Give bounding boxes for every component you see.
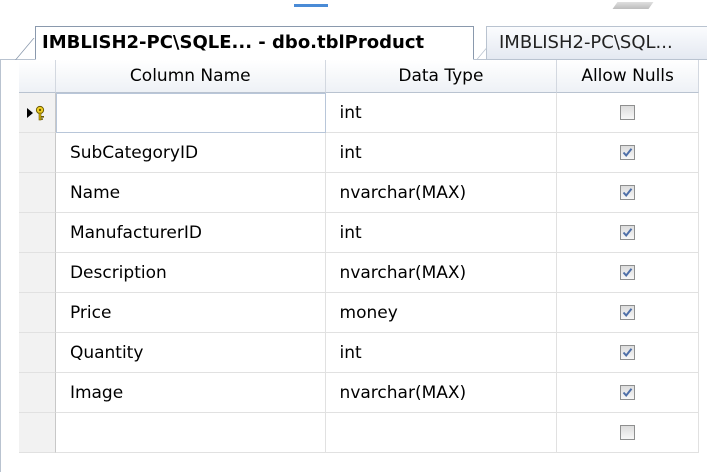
checkbox-checked-icon[interactable] (620, 305, 636, 320)
tab-dbo-tblproduct[interactable]: IMBLISH2-PC\SQLE... - dbo.tblProduct (35, 26, 474, 60)
row-selector[interactable] (19, 213, 56, 253)
row-selector-header[interactable] (19, 60, 56, 93)
checkbox-unchecked-icon[interactable] (620, 105, 636, 120)
column-name-text: SubCategoryID (69, 142, 199, 163)
tab-imblish2-pc[interactable]: IMBLISH2-PC\SQL... (486, 26, 707, 60)
table-designer-window: IMBLISH2-PC\SQLE... - dbo.tblProduct IMB… (0, 0, 707, 472)
row-selector[interactable] (19, 413, 56, 453)
column-name-cell[interactable]: Description (55, 253, 326, 293)
checkbox-checked-icon[interactable] (620, 265, 636, 280)
column-name-text: Price (69, 302, 112, 323)
row-selector[interactable] (19, 253, 56, 293)
data-type-header[interactable]: Data Type (325, 60, 558, 93)
checkbox-checked-icon[interactable] (620, 145, 636, 160)
column-name-cell[interactable]: Name (55, 173, 326, 213)
column-name-cell[interactable] (55, 413, 326, 453)
data-type-cell[interactable]: nvarchar(MAX) (325, 173, 558, 213)
data-type-text: int (339, 222, 362, 243)
toolbar-remnant (0, 0, 707, 12)
grid-header-row: Column Name Data Type Allow Nulls (19, 60, 700, 93)
data-type-text: nvarchar(MAX) (339, 262, 467, 283)
checkbox-checked-icon[interactable] (620, 345, 636, 360)
allow-nulls-cell (557, 173, 699, 213)
checkbox-unchecked-icon[interactable] (620, 425, 636, 440)
data-type-cell[interactable]: int (325, 213, 558, 253)
row-selector[interactable] (19, 173, 56, 213)
column-name-text: Image (69, 382, 124, 403)
checkbox-checked-icon[interactable] (620, 225, 636, 240)
table-row[interactable] (19, 413, 699, 453)
allow-nulls-cell (557, 213, 699, 253)
data-type-text: int (339, 342, 362, 363)
allow-nulls-cell (557, 133, 699, 173)
data-type-cell[interactable]: money (325, 293, 558, 333)
data-type-cell[interactable] (325, 413, 558, 453)
column-name-cell[interactable]: SubCategoryID (55, 133, 326, 173)
toolbar-accent (294, 4, 328, 7)
data-type-cell[interactable]: int (325, 93, 558, 133)
checkbox-checked-icon[interactable] (620, 185, 636, 200)
grid-rows: ProductIDint SubCategoryID int Name nvarchar… (19, 93, 699, 453)
table-row[interactable]: ProductIDint (19, 93, 699, 133)
table-row[interactable]: Quantity int (19, 333, 699, 373)
allow-nulls-cell (557, 413, 699, 453)
data-type-text: nvarchar(MAX) (339, 182, 467, 203)
column-name-editor[interactable] (56, 93, 326, 133)
column-name-text: Name (69, 182, 121, 203)
allow-nulls-cell (557, 93, 699, 133)
data-type-cell[interactable]: int (325, 333, 558, 373)
table-row[interactable]: Name nvarchar(MAX) (19, 173, 699, 213)
toolbar-shape (612, 2, 654, 9)
column-name-text: Quantity (69, 342, 144, 363)
column-name-text: ManufacturerID (69, 222, 202, 243)
column-name-text: Description (69, 262, 167, 283)
row-selector[interactable] (19, 373, 56, 413)
primary-key-icon (26, 105, 48, 121)
data-type-text: int (339, 142, 362, 163)
column-name-cell[interactable]: ManufacturerID (55, 213, 326, 253)
column-name-cell[interactable]: Price (55, 293, 326, 333)
allow-nulls-header[interactable]: Allow Nulls (557, 60, 700, 93)
table-row[interactable]: Description nvarchar(MAX) (19, 253, 699, 293)
data-type-text: nvarchar(MAX) (339, 382, 467, 403)
allow-nulls-cell (557, 333, 699, 373)
table-row[interactable]: ManufacturerID int (19, 213, 699, 253)
document-tab-strip: IMBLISH2-PC\SQLE... - dbo.tblProduct IMB… (0, 12, 707, 60)
table-row[interactable]: SubCategoryID int (19, 133, 699, 173)
table-row[interactable]: Price money (19, 293, 699, 333)
data-type-cell[interactable]: int (325, 133, 558, 173)
row-selector[interactable] (19, 293, 56, 333)
row-selector[interactable] (19, 333, 56, 373)
column-name-header[interactable]: Column Name (55, 60, 326, 93)
column-name-cell[interactable]: Quantity (55, 333, 326, 373)
allow-nulls-cell (557, 253, 699, 293)
allow-nulls-cell (557, 373, 699, 413)
checkbox-checked-icon[interactable] (620, 385, 636, 400)
data-type-cell[interactable]: nvarchar(MAX) (325, 253, 558, 293)
row-selector[interactable] (19, 133, 56, 173)
table-row[interactable]: Image nvarchar(MAX) (19, 373, 699, 413)
data-type-cell[interactable]: nvarchar(MAX) (325, 373, 558, 413)
allow-nulls-cell (557, 293, 699, 333)
column-designer-grid: Column Name Data Type Allow Nulls Produc… (0, 60, 707, 472)
columns-grid: Column Name Data Type Allow Nulls Produc… (19, 60, 700, 453)
data-type-text: int (339, 102, 362, 123)
column-name-cell[interactable]: Image (55, 373, 326, 413)
data-type-text: money (339, 302, 398, 323)
row-selector[interactable] (19, 93, 56, 133)
